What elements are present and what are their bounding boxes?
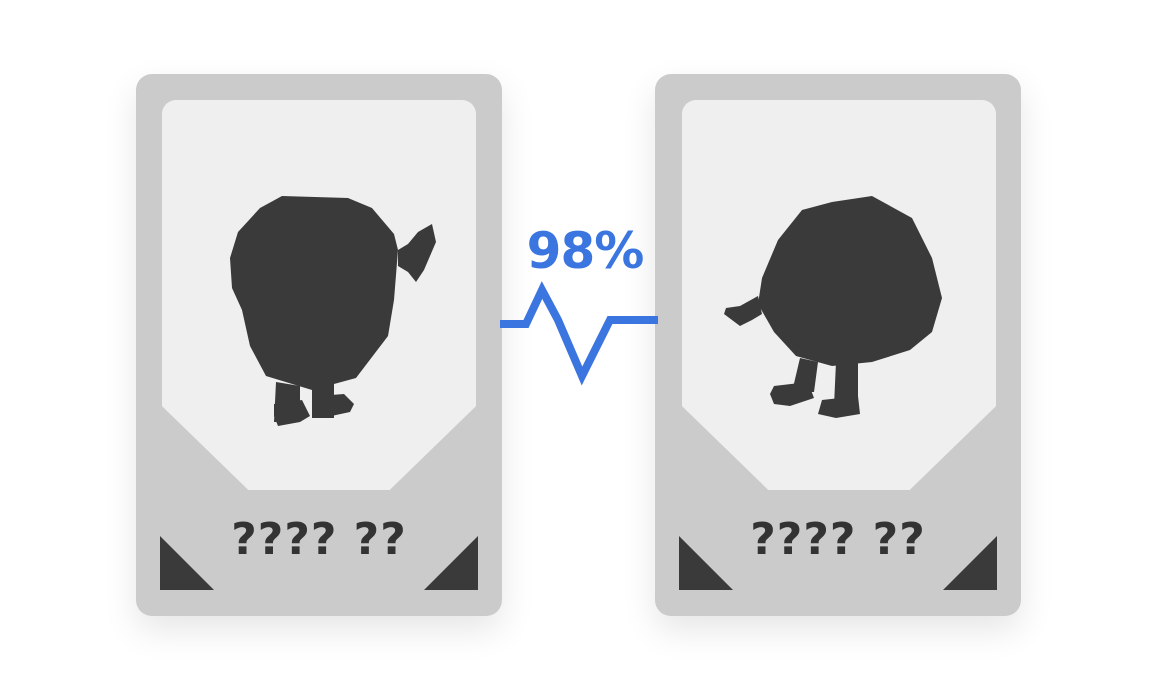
- card-name: ???? ??: [750, 514, 926, 565]
- match-percentage: 98%: [526, 222, 645, 280]
- card-art-panel: [162, 100, 476, 490]
- match-heartbeat-line: [500, 281, 658, 386]
- card-name: ???? ??: [231, 514, 407, 565]
- creature-silhouette-icon: [230, 196, 436, 426]
- creature-silhouette-icon: [724, 196, 942, 418]
- mystery-card-right[interactable]: ???? ??: [655, 74, 1021, 616]
- mystery-card-left[interactable]: ???? ??: [136, 74, 502, 616]
- match-screen: ???? ?? ???? ?? 98%: [0, 0, 1158, 696]
- card-art-panel: [682, 100, 996, 490]
